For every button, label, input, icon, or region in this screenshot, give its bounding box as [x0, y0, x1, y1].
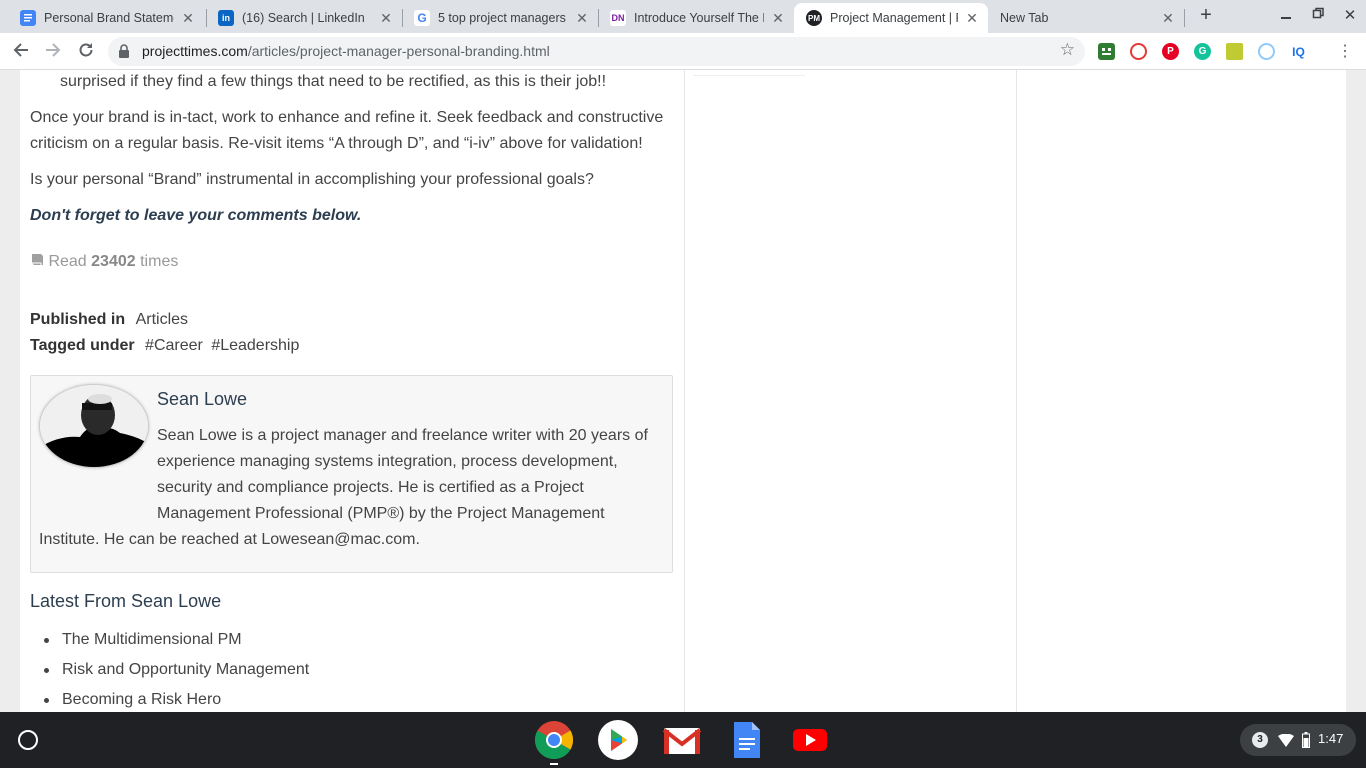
os-shelf: 3 1:47 — [0, 712, 1366, 768]
tag-link[interactable]: #Career — [145, 337, 203, 354]
tab-introduce-yourself[interactable]: DN Introduce Yourself The E ✕ — [598, 3, 794, 33]
read-count: Read 23402 times — [30, 249, 670, 275]
chrome-icon[interactable] — [534, 720, 574, 760]
close-icon[interactable]: ✕ — [378, 10, 394, 27]
list-item-tail: surprised if they find a few things that… — [60, 73, 607, 90]
tab-project-management[interactable]: PM Project Management | P ✕ — [794, 3, 988, 33]
google-icon: G — [414, 10, 430, 26]
read-number: 23402 — [91, 253, 136, 270]
tab-personal-brand[interactable]: Personal Brand Stateme ✕ — [8, 3, 204, 33]
tab-linkedin[interactable]: in (16) Search | LinkedIn ✕ — [206, 3, 402, 33]
url-path: /articles/project-manager-personal-brand… — [247, 43, 550, 59]
author-box: Sean Lowe Sean Lowe is a project manager… — [30, 375, 673, 573]
iq-icon[interactable]: IQ — [1290, 43, 1307, 60]
forward-button[interactable] — [41, 40, 65, 64]
sidebar-column — [684, 70, 1016, 712]
restore-button[interactable] — [1307, 6, 1329, 26]
back-button[interactable] — [9, 40, 33, 64]
comments-cta: Don't forget to leave your comments belo… — [30, 207, 362, 224]
read-suffix: times — [140, 253, 179, 270]
url-text: projecttimes.com/articles/project-manage… — [142, 43, 550, 59]
dn-icon: DN — [610, 10, 626, 26]
tab-title: Introduce Yourself The E — [634, 11, 764, 25]
grammarly-icon[interactable]: G — [1194, 43, 1211, 60]
close-window-button[interactable]: ✕ — [1339, 6, 1361, 26]
tab-title: (16) Search | LinkedIn — [242, 11, 365, 25]
tag-link[interactable]: #Leadership — [211, 337, 299, 354]
latest-item-link[interactable]: Becoming a Risk Hero — [42, 685, 309, 712]
published-in: Published in Articles — [30, 307, 670, 333]
latest-heading: Latest From Sean Lowe — [30, 591, 222, 611]
running-indicator — [550, 763, 558, 765]
tab-strip: Personal Brand Stateme ✕ in (16) Search … — [0, 0, 1366, 33]
tagged-under: Tagged under #Career #Leadership — [30, 333, 670, 359]
browser-toolbar: projecttimes.com/articles/project-manage… — [0, 33, 1366, 70]
close-icon[interactable]: ✕ — [964, 10, 980, 27]
read-prefix: Read — [48, 253, 87, 270]
battery-icon — [1302, 732, 1310, 748]
taskade-icon[interactable] — [1098, 43, 1115, 60]
tab-title: 5 top project managers — [438, 11, 566, 25]
latest-list: The Multidimensional PM Risk and Opportu… — [42, 625, 309, 712]
category-link[interactable]: Articles — [136, 311, 188, 328]
close-icon[interactable]: ✕ — [180, 10, 196, 27]
tagged-label: Tagged under — [30, 337, 135, 354]
menu-icon[interactable]: ⋮ — [1333, 40, 1357, 64]
pinterest-icon[interactable]: P — [1162, 43, 1179, 60]
google-docs-icon[interactable] — [726, 720, 766, 760]
lastpass-icon[interactable] — [1130, 43, 1147, 60]
launcher-icon[interactable] — [18, 730, 38, 750]
close-icon[interactable]: ✕ — [574, 10, 590, 27]
tab-title: Personal Brand Stateme — [44, 11, 174, 25]
article-column: surprised if they find a few things that… — [20, 70, 684, 712]
minimize-button[interactable] — [1275, 6, 1297, 26]
tab-new-tab[interactable]: New Tab ✕ — [988, 3, 1184, 33]
latest-item-link[interactable]: Risk and Opportunity Management — [42, 655, 309, 685]
wifi-icon — [1278, 734, 1294, 747]
latest-item-link[interactable]: The Multidimensional PM — [42, 625, 309, 655]
new-tab-button[interactable]: + — [1195, 4, 1217, 26]
youtube-icon[interactable] — [790, 720, 830, 760]
paragraph-question: Is your personal “Brand” instrumental in… — [30, 171, 594, 188]
tab-title: New Tab — [1000, 11, 1049, 25]
clock: 1:47 — [1318, 731, 1344, 746]
extension-icon[interactable] — [1258, 43, 1275, 60]
notes-icon[interactable] — [1226, 43, 1243, 60]
paragraph-refine: Once your brand is in-tact, work to enha… — [30, 109, 664, 152]
close-icon[interactable]: ✕ — [1160, 10, 1176, 27]
gmail-icon[interactable] — [662, 720, 702, 760]
web-page: surprised if they find a few things that… — [0, 70, 1366, 712]
published-label: Published in — [30, 311, 126, 328]
url-domain: projecttimes.com — [142, 43, 248, 59]
lock-icon — [119, 44, 129, 58]
author-bio: Sean Lowe is a project manager and freel… — [39, 423, 664, 553]
author-name[interactable]: Sean Lowe — [157, 389, 247, 410]
notification-badge: 3 — [1252, 732, 1268, 748]
sidebar-divider — [693, 70, 805, 76]
tab-divider — [1184, 9, 1185, 27]
tab-google-search[interactable]: G 5 top project managers ✕ — [402, 3, 598, 33]
linkedin-icon: in — [218, 10, 234, 26]
right-column — [1016, 70, 1346, 712]
reload-button[interactable] — [74, 40, 98, 64]
address-bar[interactable]: projecttimes.com/articles/project-manage… — [108, 37, 1085, 66]
google-docs-icon — [20, 10, 36, 26]
bookmark-star-icon[interactable]: ☆ — [1060, 40, 1075, 60]
pm-icon: PM — [806, 10, 822, 26]
close-icon[interactable]: ✕ — [770, 10, 786, 27]
status-tray[interactable]: 3 1:47 — [1240, 724, 1356, 756]
tab-title: Project Management | P — [830, 11, 958, 25]
play-store-icon[interactable] — [598, 720, 638, 760]
book-icon — [32, 254, 43, 265]
